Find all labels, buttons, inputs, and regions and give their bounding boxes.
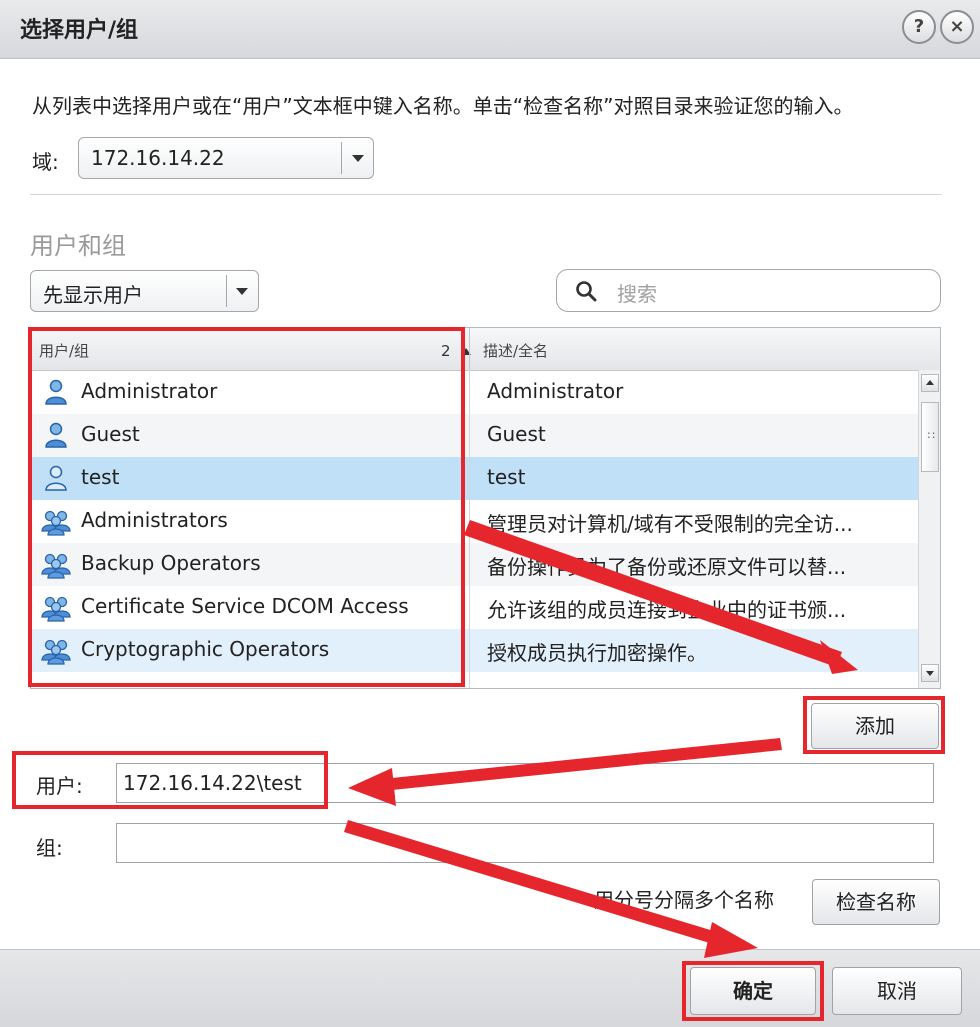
arrow-to-user-shaft bbox=[372, 738, 782, 792]
arrow-to-add-shaft bbox=[464, 520, 842, 667]
arrow-to-ok-head bbox=[704, 922, 758, 958]
arrow-to-ok-shaft bbox=[344, 820, 730, 948]
annotation-arrows bbox=[344, 520, 858, 958]
arrow-to-user-head bbox=[348, 768, 396, 806]
